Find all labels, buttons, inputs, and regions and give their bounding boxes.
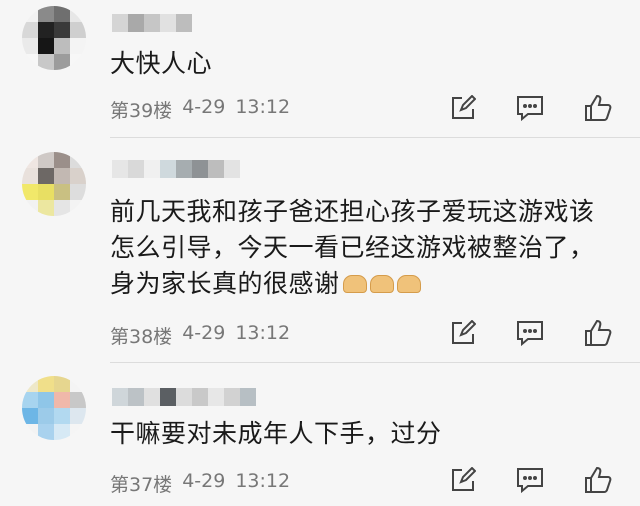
comment-actions <box>450 319 612 347</box>
comment-item: 前几天我和孩子爸还担心孩子爱玩这游戏该 怎么引导，今天一看已经这游戏被整治了， … <box>0 138 640 363</box>
praying-hands-emoji <box>342 275 367 293</box>
comment-line: 干嘛要对未成年人下手，过分 <box>110 419 442 448</box>
edit-icon[interactable] <box>450 95 476 121</box>
thumbs-up-icon[interactable] <box>584 466 612 494</box>
comment-actions <box>450 94 612 122</box>
floor-number: 第37楼 <box>110 474 173 496</box>
thumbs-up-icon[interactable] <box>584 319 612 347</box>
floor-number: 第39楼 <box>110 100 173 122</box>
comment-icon[interactable] <box>516 320 544 346</box>
comment-text: 前几天我和孩子爸还担心孩子爱玩这游戏该 怎么引导，今天一看已经这游戏被整治了， … <box>110 194 595 302</box>
edit-icon[interactable] <box>450 467 476 493</box>
comment-item: 大快人心 第39楼 4-29 13:12 <box>0 0 640 138</box>
comment-meta: 第39楼 4-29 13:12 <box>110 96 290 123</box>
floor-number: 第38楼 <box>110 326 173 348</box>
praying-hands-emoji <box>396 275 421 293</box>
username-blurred[interactable] <box>112 388 256 406</box>
comment-line: 前几天我和孩子爸还担心孩子爱玩这游戏该 <box>110 197 595 226</box>
comment-time: 13:12 <box>235 470 291 492</box>
comment-line-last: 身为家长真的很感谢 <box>110 266 595 302</box>
comment-line: 大快人心 <box>110 49 213 78</box>
username-blurred[interactable] <box>112 14 192 32</box>
avatar[interactable] <box>22 376 86 440</box>
comment-date: 4-29 <box>182 470 226 492</box>
comment-time: 13:12 <box>235 322 291 344</box>
comment-item: 干嘛要对未成年人下手，过分 第37楼 4-29 13:12 <box>0 362 640 506</box>
comment-icon[interactable] <box>516 467 544 493</box>
comment-time: 13:12 <box>235 96 291 118</box>
username-blurred[interactable] <box>112 160 240 178</box>
avatar[interactable] <box>22 6 86 70</box>
thumbs-up-icon[interactable] <box>584 94 612 122</box>
comment-icon[interactable] <box>516 95 544 121</box>
comment-meta: 第38楼 4-29 13:12 <box>110 322 290 349</box>
comment-line: 身为家长真的很感谢 <box>110 269 340 298</box>
avatar[interactable] <box>22 152 86 216</box>
comment-date: 4-29 <box>182 96 226 118</box>
comment-date: 4-29 <box>182 322 226 344</box>
comment-meta: 第37楼 4-29 13:12 <box>110 470 290 497</box>
edit-icon[interactable] <box>450 320 476 346</box>
praying-hands-emoji <box>369 275 394 293</box>
comment-line: 怎么引导，今天一看已经这游戏被整治了， <box>110 233 595 262</box>
comment-text: 大快人心 <box>110 46 212 82</box>
comment-text: 干嘛要对未成年人下手，过分 <box>110 416 442 452</box>
comment-actions <box>450 466 612 494</box>
